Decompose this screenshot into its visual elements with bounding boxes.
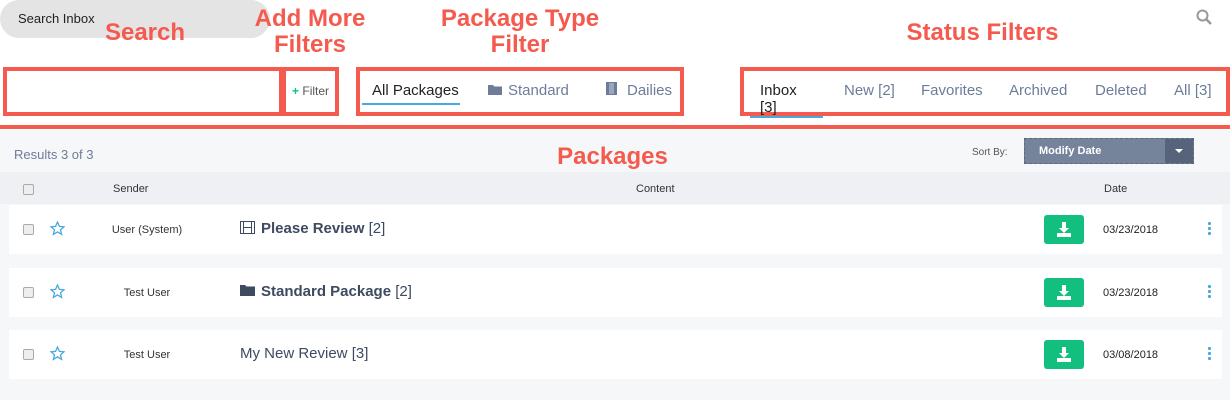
film-icon: [240, 221, 255, 234]
annotation-box: [3, 67, 283, 116]
folder-icon: [240, 285, 255, 296]
column-date: Date: [1104, 183, 1128, 195]
row-sender: Test User: [123, 349, 171, 361]
more-options-icon[interactable]: [1208, 285, 1211, 300]
annotation-search: Search: [104, 19, 186, 46]
row-date: 03/08/2018: [1103, 349, 1159, 361]
download-icon: [1057, 285, 1071, 300]
row-checkbox[interactable]: [23, 349, 34, 360]
film-icon: [606, 82, 617, 95]
tab-all[interactable]: All [3]: [1174, 82, 1212, 99]
download-button[interactable]: [1044, 278, 1084, 307]
annotation-package-type: Package Type Filter: [420, 6, 620, 58]
row-checkbox[interactable]: [23, 224, 34, 235]
row-title-text: My New Review: [240, 345, 348, 362]
annotation-divider: [0, 125, 1230, 129]
row-sender: Test User: [123, 287, 171, 299]
download-icon: [1057, 347, 1071, 362]
column-content: Content: [636, 183, 675, 195]
annotation-packages: Packages: [557, 143, 668, 170]
tab-dailies[interactable]: Dailies: [606, 82, 672, 99]
download-icon: [1057, 222, 1071, 237]
results-count: Results 3 of 3: [14, 147, 94, 162]
row-count: [2]: [368, 220, 386, 237]
star-icon[interactable]: [49, 345, 66, 366]
table-row[interactable]: Test User My New Review [3] 03/08/2018: [9, 330, 1222, 379]
tab-label: Dailies: [627, 82, 673, 99]
packages-panel: Results 3 of 3 Packages Sort By: Modify …: [0, 130, 1230, 400]
sort-select[interactable]: Modify Date: [1024, 138, 1194, 164]
sort-value: Modify Date: [1039, 145, 1102, 157]
row-title[interactable]: My New Review [3]: [240, 345, 368, 362]
sort-label: Sort By:: [972, 147, 1008, 158]
select-all-checkbox[interactable]: [23, 184, 34, 195]
tab-inbox[interactable]: Inbox [3]: [750, 82, 823, 118]
tab-favorites[interactable]: Favorites: [921, 82, 983, 99]
row-title-text: Standard Package: [261, 283, 392, 300]
annotation-line: Filters: [273, 31, 347, 58]
more-options-icon[interactable]: [1208, 222, 1211, 237]
row-count: [2]: [395, 283, 412, 300]
chevron-down-icon[interactable]: [1165, 139, 1193, 163]
tab-archived[interactable]: Archived: [1009, 82, 1067, 99]
annotation-status: Status Filters: [906, 19, 1059, 46]
annotation-filters: Add More Filters: [240, 6, 380, 58]
table-header: Sender Content Date: [0, 172, 1230, 204]
folder-icon: [488, 85, 502, 95]
tab-deleted[interactable]: Deleted: [1095, 82, 1147, 99]
table-row[interactable]: User (System) Please Review [2] 03/23/20…: [9, 205, 1222, 254]
star-icon[interactable]: [49, 283, 66, 304]
filter-label: Filter: [302, 84, 330, 98]
download-button[interactable]: [1044, 340, 1084, 369]
tab-all-packages[interactable]: All Packages: [362, 82, 460, 105]
tab-standard[interactable]: Standard: [488, 82, 569, 99]
row-date: 03/23/2018: [1103, 287, 1159, 299]
row-checkbox[interactable]: [23, 287, 34, 298]
row-count: [3]: [351, 345, 369, 362]
tab-new[interactable]: New [2]: [844, 82, 895, 99]
tab-label: Standard: [508, 82, 569, 99]
plus-icon: +: [292, 84, 300, 98]
add-filter-button[interactable]: + Filter: [292, 84, 329, 98]
annotation-line: Add More: [254, 5, 366, 32]
more-options-icon[interactable]: [1208, 347, 1211, 362]
download-button[interactable]: [1044, 215, 1084, 244]
row-title-text: Please Review: [261, 220, 365, 237]
row-title[interactable]: Standard Package [2]: [240, 283, 412, 300]
row-sender: User (System): [111, 224, 183, 236]
annotation-line: Filter: [490, 31, 550, 58]
row-date: 03/23/2018: [1103, 224, 1159, 236]
row-title[interactable]: Please Review [2]: [240, 220, 385, 237]
table-row[interactable]: Test User Standard Package [2] 03/23/201…: [9, 268, 1222, 317]
annotation-line: Package Type: [440, 5, 600, 32]
column-sender: Sender: [113, 183, 149, 195]
star-icon[interactable]: [49, 220, 66, 241]
search-icon[interactable]: [1196, 9, 1212, 28]
